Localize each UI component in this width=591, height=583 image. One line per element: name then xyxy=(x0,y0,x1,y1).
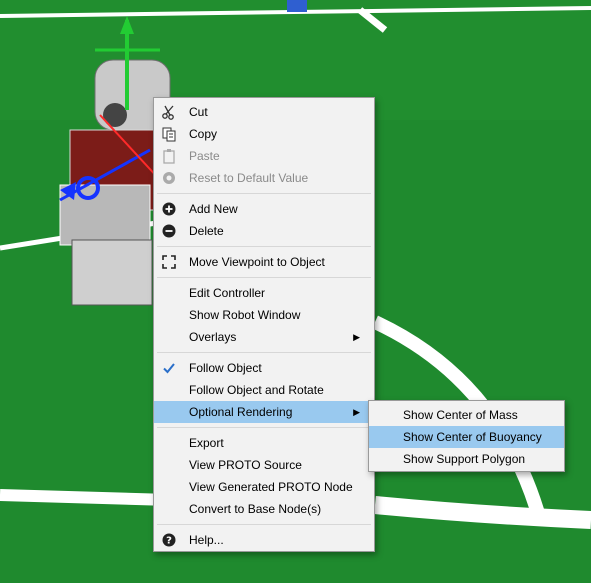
separator xyxy=(157,277,371,278)
menu-item-export[interactable]: Export xyxy=(154,432,374,454)
menu-item-optional-rendering[interactable]: Optional Rendering ▶ xyxy=(154,401,374,423)
menu-item-label: Help... xyxy=(189,533,224,547)
menu-item-label: Convert to Base Node(s) xyxy=(189,502,322,516)
blue-object xyxy=(287,0,307,12)
menu-item-label: View PROTO Source xyxy=(189,458,302,472)
menu-item-follow-object-rotate[interactable]: Follow Object and Rotate xyxy=(154,379,374,401)
menu-item-label: Reset to Default Value xyxy=(189,171,309,185)
submenu-item-center-of-buoyancy[interactable]: Show Center of Buoyancy xyxy=(369,426,564,448)
menu-item-label: Show Support Polygon xyxy=(403,452,526,466)
menu-item-label: Show Center of Buoyancy xyxy=(403,430,542,444)
paste-icon xyxy=(163,149,175,164)
menu-item-move-viewpoint[interactable]: Move Viewpoint to Object xyxy=(154,251,374,273)
question-circle-icon: ? xyxy=(162,533,176,547)
menu-item-label: Overlays xyxy=(189,330,237,344)
checkmark-icon xyxy=(163,363,175,374)
menu-item-show-robot-window[interactable]: Show Robot Window xyxy=(154,304,374,326)
menu-item-label: Copy xyxy=(189,127,218,141)
menu-item-copy[interactable]: Copy xyxy=(154,123,374,145)
plus-circle-icon xyxy=(162,202,176,216)
submenu-arrow-icon: ▶ xyxy=(353,332,360,342)
menu-item-paste[interactable]: Paste xyxy=(154,145,374,167)
separator xyxy=(157,427,371,428)
menu-item-convert-base-node[interactable]: Convert to Base Node(s) xyxy=(154,498,374,520)
separator xyxy=(157,524,371,525)
menu-item-add-new[interactable]: Add New xyxy=(154,198,374,220)
menu-item-label: Show Robot Window xyxy=(189,308,301,322)
menu-item-label: View Generated PROTO Node xyxy=(189,480,353,494)
separator xyxy=(157,246,371,247)
menu-item-label: Add New xyxy=(189,202,238,216)
minus-circle-icon xyxy=(162,224,176,238)
submenu-item-support-polygon[interactable]: Show Support Polygon xyxy=(369,448,564,470)
copy-icon xyxy=(162,127,176,142)
menu-item-cut[interactable]: Cut xyxy=(154,101,374,123)
separator xyxy=(157,352,371,353)
focus-frame-icon xyxy=(162,255,176,269)
menu-item-label: Paste xyxy=(189,149,220,163)
menu-item-view-generated-proto[interactable]: View Generated PROTO Node xyxy=(154,476,374,498)
menu-item-label: Cut xyxy=(189,105,208,119)
reset-icon xyxy=(163,172,175,184)
menu-item-label: Move Viewpoint to Object xyxy=(189,255,325,269)
menu-item-label: Export xyxy=(189,436,224,450)
menu-item-label: Show Center of Mass xyxy=(403,408,518,422)
menu-item-label: Delete xyxy=(189,224,224,238)
menu-item-overlays[interactable]: Overlays ▶ xyxy=(154,326,374,348)
separator xyxy=(157,193,371,194)
svg-text:?: ? xyxy=(166,536,172,547)
menu-item-label: Follow Object and Rotate xyxy=(189,383,324,397)
menu-item-edit-controller[interactable]: Edit Controller xyxy=(154,282,374,304)
submenu-arrow-icon: ▶ xyxy=(353,407,360,417)
menu-item-help[interactable]: ? Help... xyxy=(154,529,374,551)
context-menu: Cut Copy Paste Reset to Default Value Ad… xyxy=(153,97,375,552)
menu-item-delete[interactable]: Delete xyxy=(154,220,374,242)
menu-item-follow-object[interactable]: Follow Object xyxy=(154,357,374,379)
menu-item-label: Follow Object xyxy=(189,361,262,375)
menu-item-label: Optional Rendering xyxy=(189,405,293,419)
optional-rendering-submenu: Show Center of Mass Show Center of Buoya… xyxy=(368,400,565,472)
menu-item-reset-default[interactable]: Reset to Default Value xyxy=(154,167,374,189)
menu-item-label: Edit Controller xyxy=(189,286,266,300)
submenu-item-center-of-mass[interactable]: Show Center of Mass xyxy=(369,404,564,426)
menu-item-view-proto-source[interactable]: View PROTO Source xyxy=(154,454,374,476)
scissors-icon xyxy=(162,105,174,120)
